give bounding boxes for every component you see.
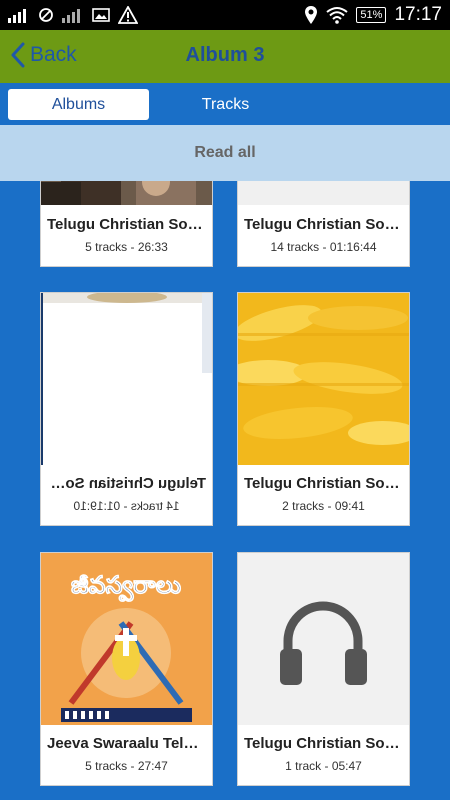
album-meta: Telugu Christian Songs 2 tracks - 09:41 [238, 475, 409, 513]
album-meta: Telugu Christian Songs 1 track - 05:47 [238, 735, 409, 773]
album-info: 14 tracks - 01:16:44 [270, 240, 377, 254]
album-info: 14 tracks - 01:19:10 [73, 499, 180, 513]
album-meta: Telugu Christian Songs 5 tracks - 26:33 [41, 216, 212, 254]
album-cover: జీవస్వరాలు [41, 553, 212, 725]
tab-albums[interactable]: Albums [8, 89, 149, 120]
page-title: Album 3 [185, 44, 265, 66]
warning-icon [118, 6, 138, 24]
headphones-icon [280, 601, 367, 685]
signal-icon [8, 9, 26, 23]
signal-2-icon [62, 9, 80, 23]
tab-tracks[interactable]: Tracks [155, 89, 296, 120]
read-all-button[interactable]: Read all [0, 125, 450, 181]
album-title: Jeeva Swaraalu Telug... [47, 735, 212, 752]
album-meta: Jeeva Swaraalu Telug... 5 tracks - 27:47 [41, 735, 212, 773]
album-card[interactable]: Telugu Christian Songs 2 tracks - 09:41 [237, 292, 410, 526]
album-info: 5 tracks - 27:47 [85, 759, 168, 773]
battery-indicator: 51% [356, 7, 387, 23]
album-title: Telugu Christian Songs [41, 475, 206, 492]
album-title: Telugu Christian Songs [244, 735, 409, 752]
no-sim-icon [39, 8, 53, 22]
album-title: Telugu Christian Songs [244, 216, 409, 233]
album-card[interactable]: Telugu Christian Songs 1 track - 05:47 [237, 552, 410, 786]
album-cover [41, 181, 212, 205]
status-bar: 51% 17:17 [0, 0, 450, 30]
status-right-icons: 51% 17:17 [304, 4, 442, 26]
album-info: 2 tracks - 09:41 [282, 499, 365, 513]
album-cover [41, 293, 212, 465]
album-info: 5 tracks - 26:33 [85, 240, 168, 254]
album-cover [238, 181, 409, 205]
album-title: Telugu Christian Songs [47, 216, 212, 233]
album-grid: Telugu Christian Songs 5 tracks - 26:33 … [0, 181, 450, 800]
status-left-icons [8, 6, 138, 24]
album-card[interactable]: Telugu Christian Songs 14 tracks - 01:16… [237, 181, 410, 267]
album-info: 1 track - 05:47 [285, 759, 362, 773]
album-cover [238, 553, 409, 725]
album-meta: Telugu Christian Songs 14 tracks - 01:16… [238, 216, 409, 254]
album-card[interactable]: Telugu Christian Songs 14 tracks - 01:19… [40, 292, 213, 526]
wifi-icon [326, 7, 349, 24]
album-title: Telugu Christian Songs [244, 475, 409, 492]
location-icon [305, 6, 318, 24]
album-cover [238, 293, 409, 465]
album-card[interactable]: జీవస్వరాలు Jeeva Swaraalu Telug... 5 tra… [40, 552, 213, 786]
album-cover-title: జీవస్వరాలు [71, 571, 181, 602]
app-header: Back Album 3 [0, 30, 450, 83]
image-icon [92, 8, 110, 22]
album-meta: Telugu Christian Songs 14 tracks - 01:19… [41, 475, 212, 513]
status-clock: 17:17 [394, 4, 442, 25]
tab-bar: Albums Tracks [0, 83, 450, 125]
album-card[interactable]: Telugu Christian Songs 5 tracks - 26:33 [40, 181, 213, 267]
